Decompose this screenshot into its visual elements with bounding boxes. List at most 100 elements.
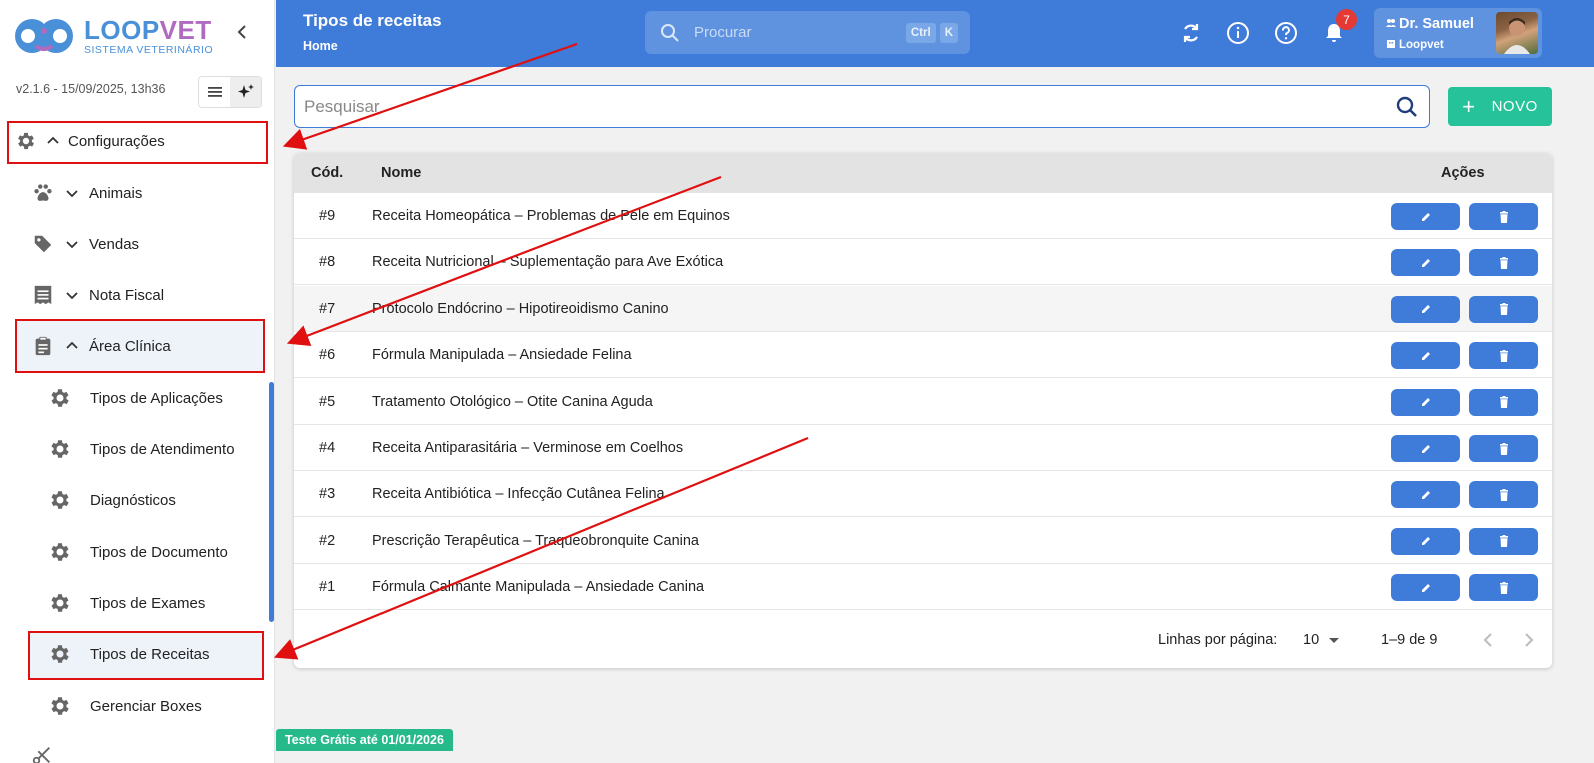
edit-button[interactable] [1391, 203, 1460, 230]
delete-button[interactable] [1469, 435, 1538, 462]
cell-nome: Fórmula Manipulada – Ansiedade Felina [372, 347, 632, 364]
cell-cod: #8 [319, 254, 336, 271]
column-header-acoes: Ações [1441, 165, 1485, 181]
sidebar-scrollbar[interactable] [269, 382, 274, 622]
pencil-icon [1420, 489, 1432, 501]
column-header-nome[interactable]: Nome [381, 165, 421, 181]
trial-badge[interactable]: Teste Grátis até 01/01/2026 [276, 729, 453, 751]
chevron-down-icon [65, 288, 79, 302]
edit-button[interactable] [1391, 435, 1460, 462]
delete-button[interactable] [1469, 527, 1538, 555]
cell-nome: Fórmula Calmante Manipulada – Ansiedade … [372, 579, 705, 596]
sidebar-subitem-label: Tipos de Exames [90, 594, 206, 612]
sidebar-subitem-label: Tipos de Aplicações [90, 389, 223, 407]
edit-button[interactable] [1391, 249, 1460, 277]
delete-button[interactable] [1469, 203, 1538, 230]
delete-button[interactable] [1469, 388, 1538, 416]
edit-button[interactable] [1391, 342, 1460, 370]
chevron-down-icon [65, 186, 79, 200]
tag-icon [31, 232, 55, 256]
collapse-sidebar-icon[interactable] [233, 22, 253, 42]
delete-button[interactable] [1469, 574, 1538, 602]
edit-button[interactable] [1391, 574, 1460, 602]
chevron-left-icon[interactable] [1478, 629, 1500, 651]
breadcrumb[interactable]: Home [303, 39, 338, 53]
cell-cod: #2 [319, 532, 336, 549]
global-search-placeholder: Procurar [694, 24, 752, 41]
scissors-icon [31, 744, 53, 763]
paw-icon [31, 181, 55, 205]
edit-button[interactable] [1391, 527, 1460, 555]
trash-icon [1499, 303, 1509, 316]
refresh-icon[interactable] [1179, 21, 1203, 45]
table-row[interactable]: #8 Receita Nutricional – Suplementação pa… [294, 239, 1552, 286]
annotation-highlight-box [28, 631, 264, 680]
table-row[interactable]: #4 Receita Antiparasitária – Verminose em… [294, 425, 1552, 471]
edit-button[interactable] [1391, 388, 1460, 416]
table-row[interactable]: #1 Fórmula Calmante Manipulada – Ansiedad… [294, 564, 1552, 611]
edit-button[interactable] [1391, 481, 1460, 509]
pencil-icon [1420, 350, 1432, 362]
table-row[interactable]: #6 Fórmula Manipulada – Ansiedade Felina [294, 332, 1552, 379]
table-row[interactable]: #2 Prescrição Terapêutica – Traqueobronqu… [294, 518, 1552, 564]
top-header: Tipos de receitas Home Procurar Ctrl K 7… [276, 0, 1594, 67]
column-header-cod[interactable]: Cód. [311, 165, 343, 181]
dropdown-arrow-icon [1329, 637, 1340, 643]
sidebar-subitem-tipos-de-aplicacoes[interactable]: Tipos de Aplicações [48, 386, 223, 410]
sidebar-item-vendas[interactable]: Vendas [31, 232, 139, 256]
rows-per-page-select[interactable]: 10 [1303, 632, 1340, 648]
trash-icon [1499, 488, 1509, 501]
cell-nome: Prescrição Terapêutica – Traqueobronquit… [372, 532, 699, 549]
global-search[interactable]: Procurar Ctrl K [645, 11, 970, 54]
cell-nome: Protocolo Endócrino – Hipotireoidismo Ca… [372, 300, 669, 317]
annotation-highlight-box [7, 121, 268, 164]
receipt-icon [31, 283, 55, 307]
new-button[interactable]: + NOVO [1448, 87, 1552, 126]
table-row[interactable]: #5 Tratamento Otológico – Otite Canina Ag… [294, 379, 1552, 425]
edit-button[interactable] [1391, 295, 1460, 323]
view-toggle [198, 76, 262, 108]
trash-icon [1499, 535, 1509, 548]
chevron-right-icon[interactable] [1517, 629, 1539, 651]
pencil-icon [1420, 396, 1432, 408]
sidebar-subitem-tipos-de-exames[interactable]: Tipos de Exames [48, 591, 205, 615]
app-version: v2.1.6 - 15/09/2025, 13h36 [16, 82, 166, 96]
menu-lines-icon[interactable] [199, 77, 230, 107]
pencil-icon [1420, 257, 1432, 269]
table-row[interactable]: #3 Receita Antibiótica – Infecção Cutânea… [294, 471, 1552, 518]
app-logo[interactable]: LOOPVET SISTEMA VETERINÁRIO [14, 16, 213, 56]
sidebar-subitem-tipos-de-atendimento[interactable]: Tipos de Atendimento [48, 437, 235, 461]
sidebar-subitem-label: Tipos de Atendimento [90, 440, 235, 458]
search-input[interactable] [304, 96, 1395, 117]
search-icon [660, 23, 680, 43]
sidebar-item-animais[interactable]: Animais [31, 181, 142, 205]
chevron-down-icon [65, 237, 79, 251]
trash-icon [1499, 349, 1509, 362]
pencil-icon [1420, 211, 1432, 223]
table-row[interactable]: #7 Protocolo Endócrino – Hipotireoidismo … [294, 285, 1552, 332]
sidebar-subitem-diagnosticos[interactable]: Diagnósticos [48, 488, 176, 512]
sparkle-icon[interactable] [230, 77, 261, 107]
gear-icon [48, 540, 72, 564]
avatar[interactable] [1496, 12, 1538, 54]
help-icon[interactable] [1274, 21, 1298, 45]
delete-button[interactable] [1469, 249, 1538, 277]
cell-cod: #1 [319, 579, 336, 596]
plus-icon: + [1462, 93, 1476, 119]
cell-nome: Receita Homeopática – Problemas de Pele … [372, 208, 730, 224]
table-row[interactable]: #9 Receita Homeopática – Problemas de Pel… [294, 193, 1552, 239]
info-icon[interactable] [1226, 21, 1250, 45]
cell-cod: #6 [319, 347, 336, 364]
trash-icon [1499, 256, 1509, 269]
delete-button[interactable] [1469, 342, 1538, 370]
gear-icon [48, 694, 72, 718]
user-menu[interactable]: Dr. Samuel Loopvet [1374, 8, 1542, 58]
sidebar-subitem-tipos-de-documento[interactable]: Tipos de Documento [48, 540, 228, 564]
sidebar-item-nota-fiscal[interactable]: Nota Fiscal [31, 283, 164, 307]
sidebar-subitem-gerenciar-boxes[interactable]: Gerenciar Boxes [48, 694, 202, 718]
delete-button[interactable] [1469, 481, 1538, 509]
table-pagination: Linhas por página: 10 1–9 de 9 [294, 611, 1552, 668]
search-icon[interactable] [1395, 95, 1419, 119]
search-field[interactable] [294, 85, 1430, 128]
delete-button[interactable] [1469, 295, 1538, 323]
